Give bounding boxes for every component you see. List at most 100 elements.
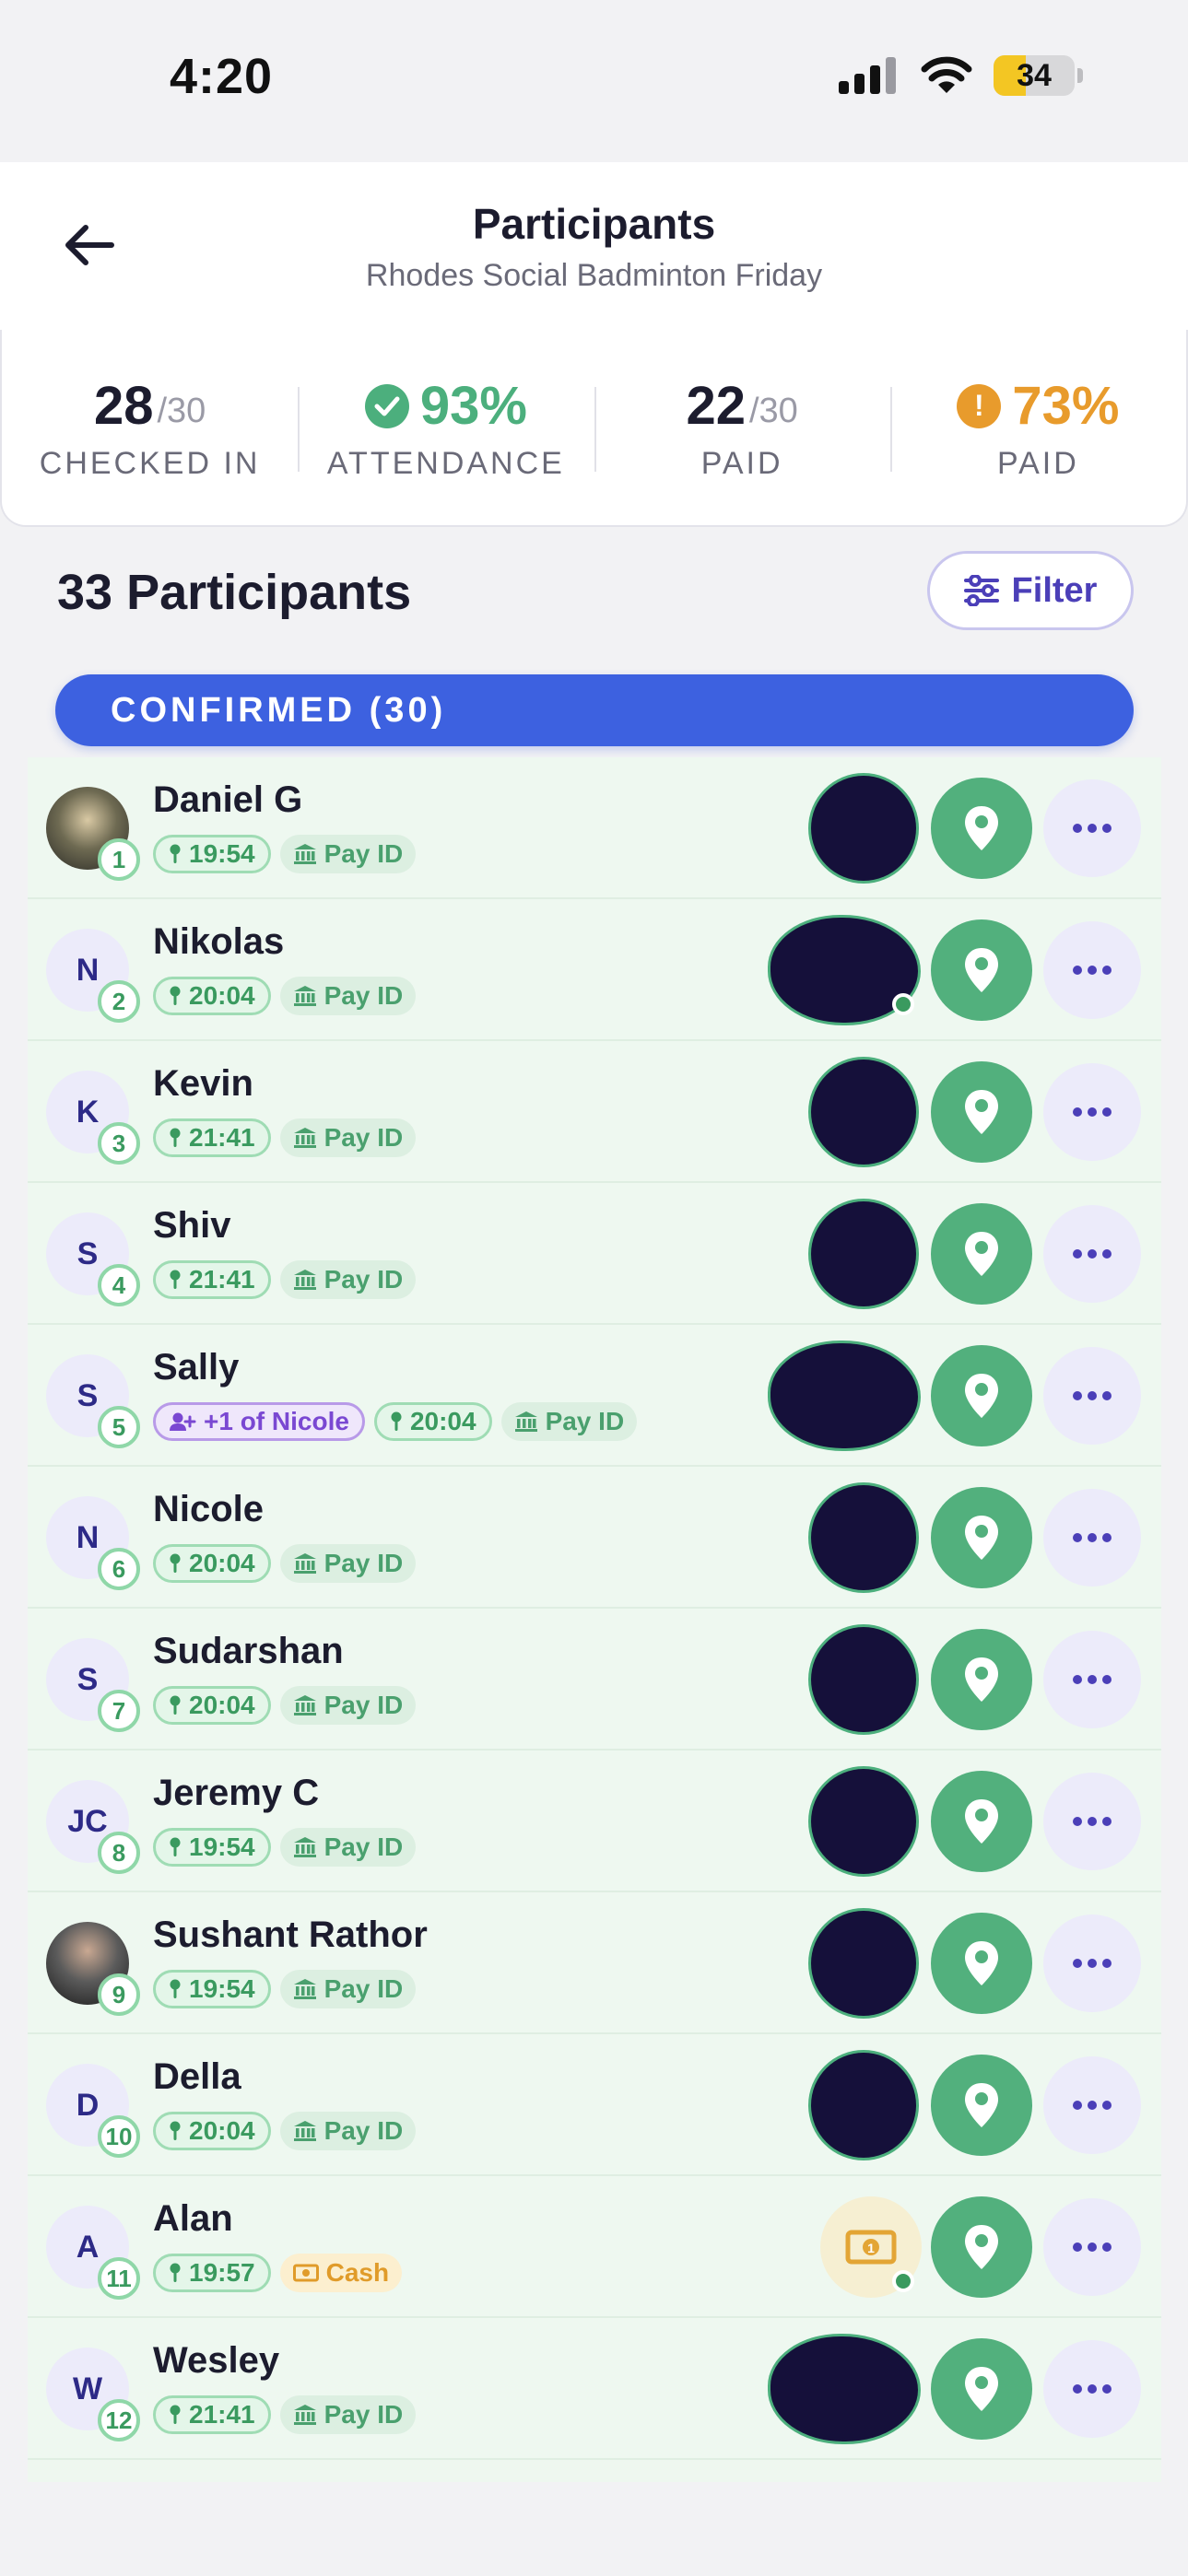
- payment-proof-thumbnail[interactable]: [811, 776, 916, 881]
- check-in-location-button[interactable]: [931, 1487, 1032, 1588]
- check-in-location-button[interactable]: [931, 1061, 1032, 1163]
- checkin-time-tag: 21:41: [153, 1118, 271, 1157]
- participant-row[interactable]: W 12 Wesley 21:41 Pay ID: [28, 2318, 1161, 2460]
- participant-name: Wesley: [153, 2340, 280, 2381]
- pin-icon: [169, 1128, 182, 1148]
- more-options-button[interactable]: [1043, 1914, 1141, 2012]
- filter-button[interactable]: Filter: [927, 551, 1134, 630]
- checkin-time: 19:54: [189, 1832, 255, 1861]
- map-pin-icon: [963, 1514, 1000, 1562]
- check-in-location-button[interactable]: [931, 2196, 1032, 2298]
- map-pin-icon: [963, 1372, 1000, 1420]
- pin-icon: [169, 2263, 182, 2283]
- checkin-time-tag: 19:54: [153, 835, 271, 873]
- pin-icon: [169, 1553, 182, 1574]
- pin-icon: [169, 986, 182, 1006]
- participant-tags: 21:41 Pay ID: [153, 1118, 417, 1157]
- more-options-button[interactable]: [1043, 921, 1141, 1019]
- more-options-button[interactable]: [1043, 1631, 1141, 1728]
- checkin-time-tag: 21:41: [153, 1260, 271, 1299]
- participant-name: Della: [153, 2056, 241, 2097]
- payment-proof-thumbnail[interactable]: [811, 1201, 916, 1306]
- payment-method: Pay ID: [323, 2400, 404, 2429]
- check-in-location-button[interactable]: [931, 1629, 1032, 1730]
- stat-value: 28: [93, 376, 154, 436]
- check-in-location-button[interactable]: [931, 919, 1032, 1021]
- map-pin-icon: [963, 946, 1000, 994]
- page-title: Participants: [472, 200, 716, 248]
- payment-method: Pay ID: [323, 1691, 404, 1719]
- check-in-location-button[interactable]: [931, 2055, 1032, 2156]
- position-badge: 9: [98, 1973, 140, 2016]
- section-confirmed-header[interactable]: CONFIRMED (30): [55, 674, 1134, 746]
- payment-proof-thumbnail[interactable]: [770, 1343, 918, 1448]
- checkin-time-tag: 20:04: [153, 977, 271, 1015]
- pin-icon: [169, 2121, 182, 2141]
- payment-proof-thumbnail[interactable]: [811, 2053, 916, 2158]
- payment-proof-thumbnail[interactable]: [811, 1769, 916, 1874]
- more-options-button[interactable]: [1043, 1347, 1141, 1445]
- checkin-time-tag: 20:04: [153, 2112, 271, 2150]
- participant-row[interactable]: JC 8 Jeremy C 19:54 Pay ID: [28, 1751, 1161, 1892]
- participant-name: Sudarshan: [153, 1631, 344, 1671]
- position-badge: 10: [98, 2115, 140, 2158]
- participant-row[interactable]: S 5 Sally +1 of Nicole 20:04 Pay ID: [28, 1325, 1161, 1467]
- participant-row[interactable]: 9 Sushant Rathor 19:54 Pay ID: [28, 1892, 1161, 2034]
- position-badge: 8: [98, 1832, 140, 1874]
- payment-tag: Pay ID: [279, 1260, 417, 1299]
- payment-proof-thumbnail[interactable]: [811, 1627, 916, 1732]
- participant-row[interactable]: N 2 Nikolas 20:04 Pay ID: [28, 899, 1161, 1041]
- more-options-button[interactable]: [1043, 1773, 1141, 1870]
- payment-proof-thumbnail[interactable]: [811, 1485, 916, 1590]
- check-in-location-button[interactable]: [931, 1771, 1032, 1872]
- participant-row[interactable]: D 10 Della 20:04 Pay ID: [28, 2034, 1161, 2176]
- check-in-location-button[interactable]: [931, 1913, 1032, 2014]
- bank-icon: [293, 1836, 317, 1858]
- participant-row[interactable]: A 11 Alan 19:57 Cash 1: [28, 2176, 1161, 2318]
- more-options-button[interactable]: [1043, 1489, 1141, 1587]
- participant-name: Jeremy C: [153, 1773, 320, 1813]
- participant-row[interactable]: K 3 Kevin 21:41 Pay ID: [28, 1041, 1161, 1183]
- participant-row[interactable]: N 6 Nicole 20:04 Pay ID: [28, 1467, 1161, 1609]
- payment-tag: Pay ID: [279, 1118, 417, 1157]
- page-header: Participants Rhodes Social Badminton Fri…: [0, 162, 1188, 330]
- bank-icon: [293, 1269, 317, 1291]
- check-in-location-button[interactable]: [931, 778, 1032, 879]
- more-options-button[interactable]: [1043, 1205, 1141, 1303]
- payment-proof-thumbnail[interactable]: [770, 2336, 918, 2441]
- participant-row[interactable]: 1 Daniel G 19:54 Pay ID: [28, 757, 1161, 899]
- check-in-location-button[interactable]: [931, 1203, 1032, 1305]
- payment-tag: Pay ID: [279, 2112, 417, 2150]
- payment-tag: Pay ID: [279, 1828, 417, 1867]
- payment-tag: Pay ID: [279, 1970, 417, 2008]
- more-options-button[interactable]: [1043, 2056, 1141, 2154]
- stat-paid-count: 22 /30 PAID: [594, 330, 890, 525]
- more-options-button[interactable]: [1043, 1063, 1141, 1161]
- guest-tag-label: +1 of Nicole: [204, 1407, 349, 1435]
- checkin-time-tag: 19:54: [153, 1970, 271, 2008]
- battery-icon: 34: [994, 55, 1075, 96]
- participant-tags: 20:04 Pay ID: [153, 1544, 417, 1583]
- more-options-button[interactable]: [1043, 2340, 1141, 2438]
- participant-row[interactable]: S 7 Sudarshan 20:04 Pay ID: [28, 1609, 1161, 1751]
- guest-tag: +1 of Nicole: [153, 1402, 365, 1441]
- filter-label: Filter: [1011, 570, 1098, 610]
- payment-proof-thumbnail[interactable]: [811, 1911, 916, 2016]
- more-options-button[interactable]: [1043, 2198, 1141, 2296]
- checkin-time: 20:04: [189, 1691, 255, 1719]
- payment-proof-thumbnail[interactable]: [811, 1060, 916, 1165]
- more-options-button[interactable]: [1043, 779, 1141, 877]
- payment-tag: Pay ID: [279, 2395, 417, 2434]
- position-badge: 3: [98, 1122, 140, 1165]
- position-badge: 12: [98, 2399, 140, 2441]
- participant-tags: 19:54 Pay ID: [153, 1970, 417, 2008]
- check-in-location-button[interactable]: [931, 1345, 1032, 1446]
- payment-method: Pay ID: [323, 1974, 404, 2003]
- pin-icon: [169, 1695, 182, 1715]
- stat-value: 93%: [419, 376, 527, 436]
- participant-name: Alan: [153, 2198, 233, 2239]
- participant-row[interactable]: S 4 Shiv 21:41 Pay ID: [28, 1183, 1161, 1325]
- position-badge: 11: [98, 2257, 140, 2300]
- check-in-location-button[interactable]: [931, 2338, 1032, 2440]
- status-dot: [892, 2270, 914, 2292]
